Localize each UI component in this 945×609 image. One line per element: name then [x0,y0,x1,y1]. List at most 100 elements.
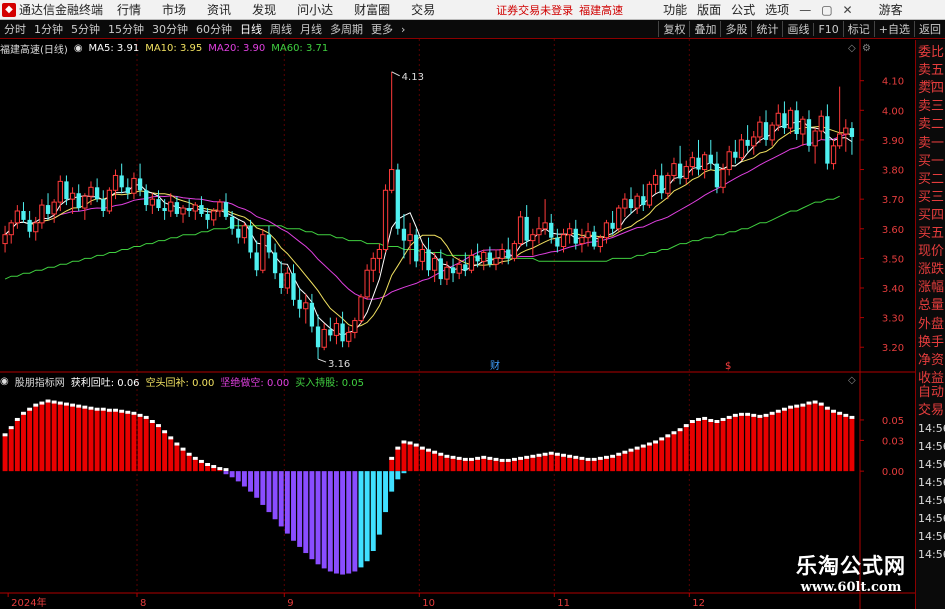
tab-multi-period[interactable]: 多周期 [326,21,367,37]
profit-bar [745,414,751,472]
tab-daily[interactable]: 日线 [236,21,266,37]
short-bar [309,471,315,560]
multi-stock-button[interactable]: 多股 [720,21,751,37]
menu-ask[interactable]: 问小达 [297,1,333,18]
sidebar-item-4[interactable]: 卖二 [918,115,945,134]
diamond-icon[interactable]: ◇ [848,43,856,54]
profit-bar [591,459,597,472]
x-tick-label: 9 [287,598,293,609]
sidebar-item-11[interactable]: 现价 [918,242,945,261]
x-tick-label: 11 [557,598,570,609]
candle-body [487,252,493,265]
sidebar-bottom-4[interactable]: 14:56 [918,455,945,474]
menu-discover[interactable]: 发现 [252,1,276,18]
profit-bar [21,413,26,472]
profit-bar [186,454,192,472]
tab-60min[interactable]: 60分钟 [192,21,236,37]
profit-bar [542,454,548,472]
chart-area[interactable]: 4.10 4.00 3.90 3.80 3.70 3.60 3.50 3.40 3.30 3.20… [0,39,915,609]
x-tick-label: 2024年 [11,596,46,609]
tab-1min[interactable]: 1分钟 [30,21,67,37]
tab-monthly[interactable]: 月线 [296,21,326,37]
close-icon[interactable]: ✕ [843,3,853,17]
maximize-icon[interactable]: ▢ [821,3,832,17]
adjust-button[interactable]: 复权 [658,21,689,37]
menu-options[interactable]: 选项 [765,1,789,18]
sidebar-item-9[interactable]: 买四 [918,206,945,225]
candle-body [51,201,57,215]
event-marker-dollar[interactable]: $ [725,361,731,372]
f10-button[interactable]: F10 [813,22,842,36]
overlay-button[interactable]: 叠加 [689,21,720,37]
menu-formula[interactable]: 公式 [731,1,755,18]
candle-body [395,169,400,229]
sidebar-bottom-5[interactable]: 14:56 [918,473,945,492]
sidebar-item-16[interactable]: 换手 [918,333,945,352]
profit-cap [763,413,769,417]
sidebar-bottom-7[interactable]: 14:56 [918,509,945,528]
candle-body [763,122,769,140]
sidebar-item-3[interactable]: 卖三 [918,97,945,116]
y-tick-label: 3.20 [882,343,904,354]
mark-button[interactable]: 标记 [842,21,874,37]
sidebar-item-0[interactable]: 委比 [918,43,945,62]
sidebar-bottom-0[interactable]: 自动 [918,383,945,402]
short-bar [235,471,241,482]
menu-layout[interactable]: 版面 [697,1,721,18]
sidebar-item-10[interactable]: 买五 [918,224,945,243]
watermark: 乐淘公式网 www.60lt.com [761,550,941,606]
event-marker-finance[interactable]: 财 [490,359,500,372]
x-tick-label: 8 [140,598,146,609]
menu-news[interactable]: 资讯 [207,1,231,18]
sub-diamond-icon[interactable]: ◇ [848,375,856,386]
profit-bar [708,420,714,472]
menu-wealth[interactable]: 财富圈 [354,1,390,18]
sidebar-item-13[interactable]: 涨幅 [918,278,945,297]
sidebar-item-5[interactable]: 卖一 [918,134,945,153]
sidebar-item-7[interactable]: 买二 [918,170,945,189]
guest-label[interactable]: 游客 [879,1,903,18]
sidebar-bottom-8[interactable]: 14:56 [918,527,945,546]
back-button[interactable]: 返回 [914,21,945,37]
profit-cap [174,442,180,446]
current-stock-name: 福建高速 [579,3,624,17]
tab-weekly[interactable]: 周线 [266,21,296,37]
sidebar-item-8[interactable]: 买三 [918,188,945,207]
settings-circle-icon[interactable]: ◉ [74,43,83,54]
stats-button[interactable]: 统计 [751,21,782,37]
candle-body [592,231,597,247]
tab-more[interactable]: 更多 [367,21,397,37]
tab-15min[interactable]: 15分钟 [104,21,148,37]
sidebar-item-2[interactable]: 卖四 [918,79,945,98]
profit-cap [831,409,836,413]
profit-bar [530,456,536,472]
tab-5min[interactable]: 5分钟 [67,21,104,37]
menu-trade[interactable]: 交易 [411,1,435,18]
draw-button[interactable]: 画线 [782,21,813,37]
login-notice[interactable]: 证券交易未登录 [496,2,573,18]
profit-bar [401,442,407,472]
minimize-icon[interactable]: — [799,3,811,17]
tab-30min[interactable]: 30分钟 [148,21,192,37]
add-watchlist-button[interactable]: +自选 [873,21,914,37]
menu-exchange[interactable]: 市场 [162,1,186,18]
sidebar-bottom-2[interactable]: 14:56 [918,419,945,438]
sidebar-bottom-1[interactable]: 交易 [918,401,945,420]
sidebar-item-17[interactable]: 净资 [918,351,945,370]
profit-cap [63,402,69,406]
sidebar-item-14[interactable]: 总量 [918,296,945,315]
short-bar [284,471,290,534]
settings-icon[interactable]: ⚙ [862,43,871,54]
y-tick-label: 3.80 [882,166,904,177]
sidebar-bottom-3[interactable]: 14:56 [918,437,945,456]
sidebar-item-6[interactable]: 买一 [918,152,945,171]
sidebar-item-1[interactable]: 卖五 [918,61,945,80]
sub-settings-icon[interactable]: ◉ [0,376,9,387]
sidebar-bottom-6[interactable]: 14:56 [918,491,945,510]
chevron-right-icon[interactable]: › [397,23,409,36]
sidebar-item-12[interactable]: 涨跌 [918,260,945,279]
tab-intraday[interactable]: 分时 [0,21,30,37]
menu-function[interactable]: 功能 [663,1,687,18]
menu-market[interactable]: 行情 [117,1,141,18]
sidebar-item-15[interactable]: 外盘 [918,315,945,334]
